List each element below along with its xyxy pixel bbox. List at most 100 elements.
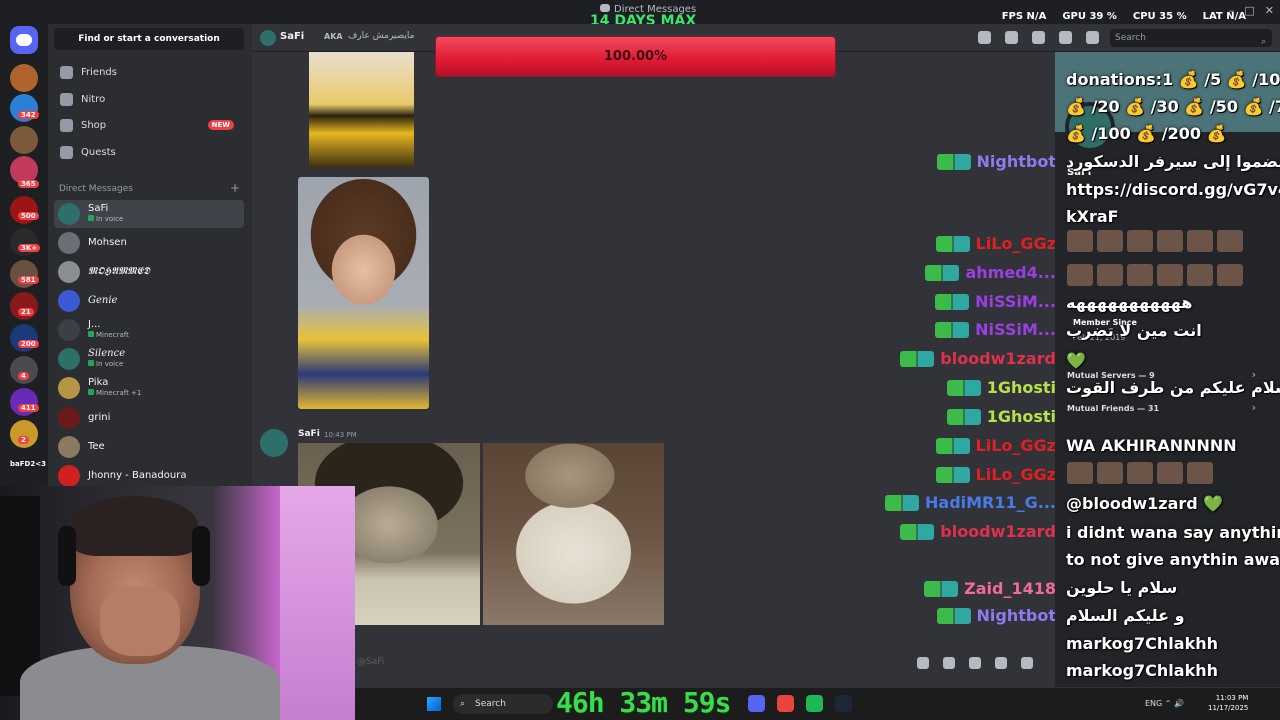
dm-item-safi[interactable]: SaFi In voice — [54, 200, 244, 228]
nav-nitro[interactable]: Nitro — [54, 87, 244, 111]
unread-badge: 2 — [18, 436, 29, 444]
message-timestamp: 10:43 PM — [324, 431, 357, 439]
chat-image[interactable] — [298, 177, 429, 409]
stream-chat-message: 💰 /100 💰 /200 💰 — [1066, 124, 1227, 143]
emoji-row — [1067, 264, 1243, 286]
stream-chat-message: to not give anythin away — [1066, 550, 1280, 569]
apps-icon[interactable] — [1021, 657, 1033, 669]
chat-username: bloodw1zard — [940, 349, 1056, 368]
avatar — [58, 407, 80, 429]
add-friend-icon[interactable] — [1059, 31, 1072, 44]
create-dm-icon[interactable]: + — [230, 181, 240, 195]
search-input[interactable]: Search ⌕ — [1110, 29, 1272, 47]
stream-chat-message: هههههههههههه — [1066, 293, 1193, 312]
emoji-icon[interactable] — [995, 657, 1007, 669]
chat-badge-icon — [936, 153, 971, 170]
chat-username: Nightbot — [976, 606, 1056, 625]
dm-item-tee[interactable]: Tee — [54, 433, 244, 461]
avatar — [58, 348, 80, 370]
avatar — [58, 465, 80, 487]
avatar — [58, 436, 80, 458]
server-folder-label[interactable]: baFD2<3 — [10, 460, 46, 468]
gift-icon[interactable] — [917, 657, 929, 669]
stream-chat-username: LiLo_GGz — [935, 436, 1056, 455]
header-toolbar — [978, 31, 1099, 44]
stream-chat-message: و عليكم السلام — [1066, 606, 1185, 625]
stream-chat-username: HadiMR11_G... — [885, 493, 1056, 512]
stream-chat-username: Zaid_1418 — [924, 579, 1056, 598]
discord-app-icon[interactable] — [748, 695, 765, 712]
stream-chat-message: WA AKHIRANNNNN — [1066, 436, 1237, 455]
find-conversation-button[interactable]: Find or start a conversation — [54, 28, 244, 50]
dm-item-mohsen[interactable]: Mohsen — [54, 229, 244, 257]
app-icon[interactable] — [806, 695, 823, 712]
stat-fps: FPS N/A — [1001, 11, 1047, 22]
avatar — [58, 261, 80, 283]
unread-badge: 200 — [18, 340, 39, 348]
stream-chat-message: https://discord.gg/vG7v4 — [1066, 180, 1280, 199]
chat-badge-icon — [935, 293, 970, 310]
video-icon[interactable] — [1005, 31, 1018, 44]
stats-overlay: FPS N/A GPU 39 % CPU 35 % LAT N/A — [1002, 11, 1246, 22]
stream-chat-username: LiLo_GGz — [935, 234, 1056, 253]
sticker-icon[interactable] — [969, 657, 981, 669]
dm-item-mohammed[interactable]: 𝕸𝕺𝕳𝕬𝕸𝕸𝕰𝕯 — [54, 258, 244, 286]
chat-badge-icon — [935, 321, 970, 338]
taskbar-clock[interactable]: 11:03 PM 11/17/2025 — [1208, 693, 1248, 713]
stream-chat-username: ahmed4... — [925, 263, 1056, 282]
nav-shop[interactable]: Shop NEW — [54, 113, 244, 137]
shop-icon — [60, 118, 73, 132]
avatar[interactable] — [260, 429, 288, 457]
chrome-app-icon[interactable] — [777, 695, 794, 712]
message-author[interactable]: SaFi — [298, 429, 320, 439]
server-icon[interactable] — [10, 64, 38, 92]
call-icon[interactable] — [978, 31, 991, 44]
dm-item-grini[interactable]: grini — [54, 404, 244, 432]
system-tray[interactable]: ENG ⌃ 🔊 — [1145, 699, 1184, 708]
chat-badge-icon — [946, 408, 981, 425]
close-icon[interactable]: ✕ — [1265, 4, 1274, 17]
home-button[interactable] — [10, 26, 38, 54]
search-icon: ⌕ — [460, 699, 466, 709]
unread-badge: 3K+ — [18, 244, 41, 252]
chat-badge-icon — [935, 235, 970, 252]
chat-username: NiSSiM... — [975, 292, 1056, 311]
avatar — [58, 232, 80, 254]
dm-item-genie[interactable]: Genie — [54, 287, 244, 315]
profile-icon[interactable] — [1086, 31, 1099, 44]
stream-chat-username: 1Ghosti — [946, 378, 1056, 397]
new-badge: NEW — [207, 120, 234, 130]
chat-image[interactable] — [483, 443, 664, 625]
chat-image[interactable] — [309, 52, 414, 168]
stat-cpu: CPU 35 % — [1132, 11, 1187, 22]
gif-icon[interactable] — [943, 657, 955, 669]
dm-item-silence[interactable]: Silence In voice — [54, 345, 244, 373]
window-controls: – □ ✕ — [1229, 4, 1274, 17]
minimize-icon[interactable]: – — [1229, 4, 1235, 17]
nav-friends[interactable]: Friends — [54, 60, 244, 84]
server-icon[interactable] — [10, 126, 38, 154]
pin-icon[interactable] — [1032, 31, 1045, 44]
windows-start-icon[interactable] — [427, 697, 441, 711]
chat-username: 1Ghosti — [986, 407, 1056, 426]
mutual-friends-button[interactable]: Mutual Friends — 31 — [1067, 404, 1159, 413]
stream-chat-message: السلام عليكم من طرف القوت — [1066, 378, 1280, 397]
dm-item-pika[interactable]: Pika Minecraft +1 — [54, 374, 244, 402]
maximize-icon[interactable]: □ — [1244, 4, 1254, 17]
chevron-right-icon: › — [1251, 401, 1256, 414]
discord-icon — [16, 34, 32, 46]
stream-chat-message: انت مين لا تضرب — [1066, 321, 1202, 340]
chat-badge-icon — [885, 494, 919, 511]
stream-chat-username: bloodw1zard — [900, 522, 1056, 541]
chat-username: bloodw1zard — [940, 522, 1056, 541]
stream-chat-message: i didnt wana say anythin — [1066, 523, 1280, 542]
dm-item-j[interactable]: J... Minecraft — [54, 316, 244, 344]
steam-app-icon[interactable] — [835, 695, 852, 712]
chat-username: NiSSiM... — [975, 320, 1056, 339]
chat-username: Nightbot — [976, 152, 1056, 171]
nav-quests[interactable]: Quests — [54, 140, 244, 164]
chat-username: Zaid_1418 — [964, 579, 1056, 598]
taskbar-search[interactable]: ⌕ Search — [453, 694, 553, 714]
unread-badge: 411 — [18, 404, 39, 412]
stream-chat-message: donations:1 💰 /5 💰 /10 — [1066, 70, 1280, 89]
